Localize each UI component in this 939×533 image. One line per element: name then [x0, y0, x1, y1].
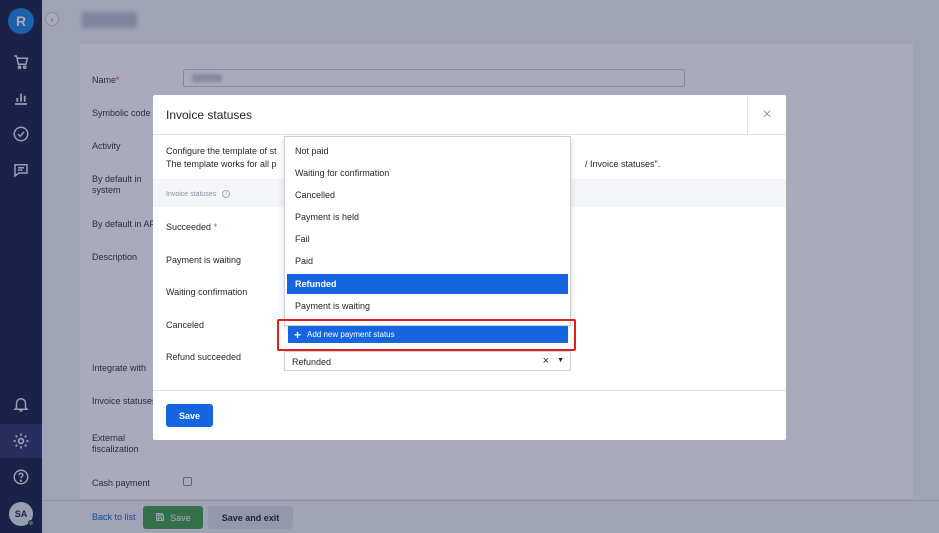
clear-icon[interactable]: ×: [543, 355, 549, 367]
dropdown-option[interactable]: Payment is waiting: [287, 296, 568, 316]
dropdown-option-selected[interactable]: Refunded: [287, 274, 568, 294]
divider: [153, 390, 786, 391]
canceled-label: Canceled: [166, 320, 205, 330]
modal-header: Invoice statuses ×: [153, 95, 786, 135]
succeeded-label: Succeeded *: [166, 222, 218, 232]
status-dropdown: Not paid Waiting for confirmation Cancel…: [284, 136, 571, 326]
refund-succeeded-select[interactable]: Refunded × ▼: [284, 351, 571, 371]
dropdown-option[interactable]: Fail: [287, 229, 568, 249]
dropdown-option[interactable]: Cancelled: [287, 185, 568, 205]
info-icon[interactable]: i: [222, 190, 231, 198]
dropdown-option[interactable]: Not paid: [287, 141, 568, 161]
modal-save-button[interactable]: Save: [166, 404, 213, 427]
modal-title: Invoice statuses: [166, 108, 253, 122]
dropdown-option[interactable]: Paid: [287, 251, 568, 271]
close-icon[interactable]: ×: [747, 95, 786, 135]
dropdown-option[interactable]: Payment is held: [287, 207, 568, 227]
chevron-down-icon[interactable]: ▼: [557, 357, 564, 364]
dropdown-option[interactable]: Waiting for confirmation: [287, 163, 568, 183]
add-new-payment-status-button[interactable]: + Add new payment status: [288, 326, 568, 343]
waiting-confirmation-label: Waiting confirmation: [166, 287, 248, 297]
refund-succeeded-label: Refund succeeded: [166, 352, 242, 362]
section-label: Invoice statuses i: [166, 190, 231, 198]
plus-icon: +: [294, 327, 302, 342]
payment-waiting-label: Payment is waiting: [166, 255, 242, 265]
